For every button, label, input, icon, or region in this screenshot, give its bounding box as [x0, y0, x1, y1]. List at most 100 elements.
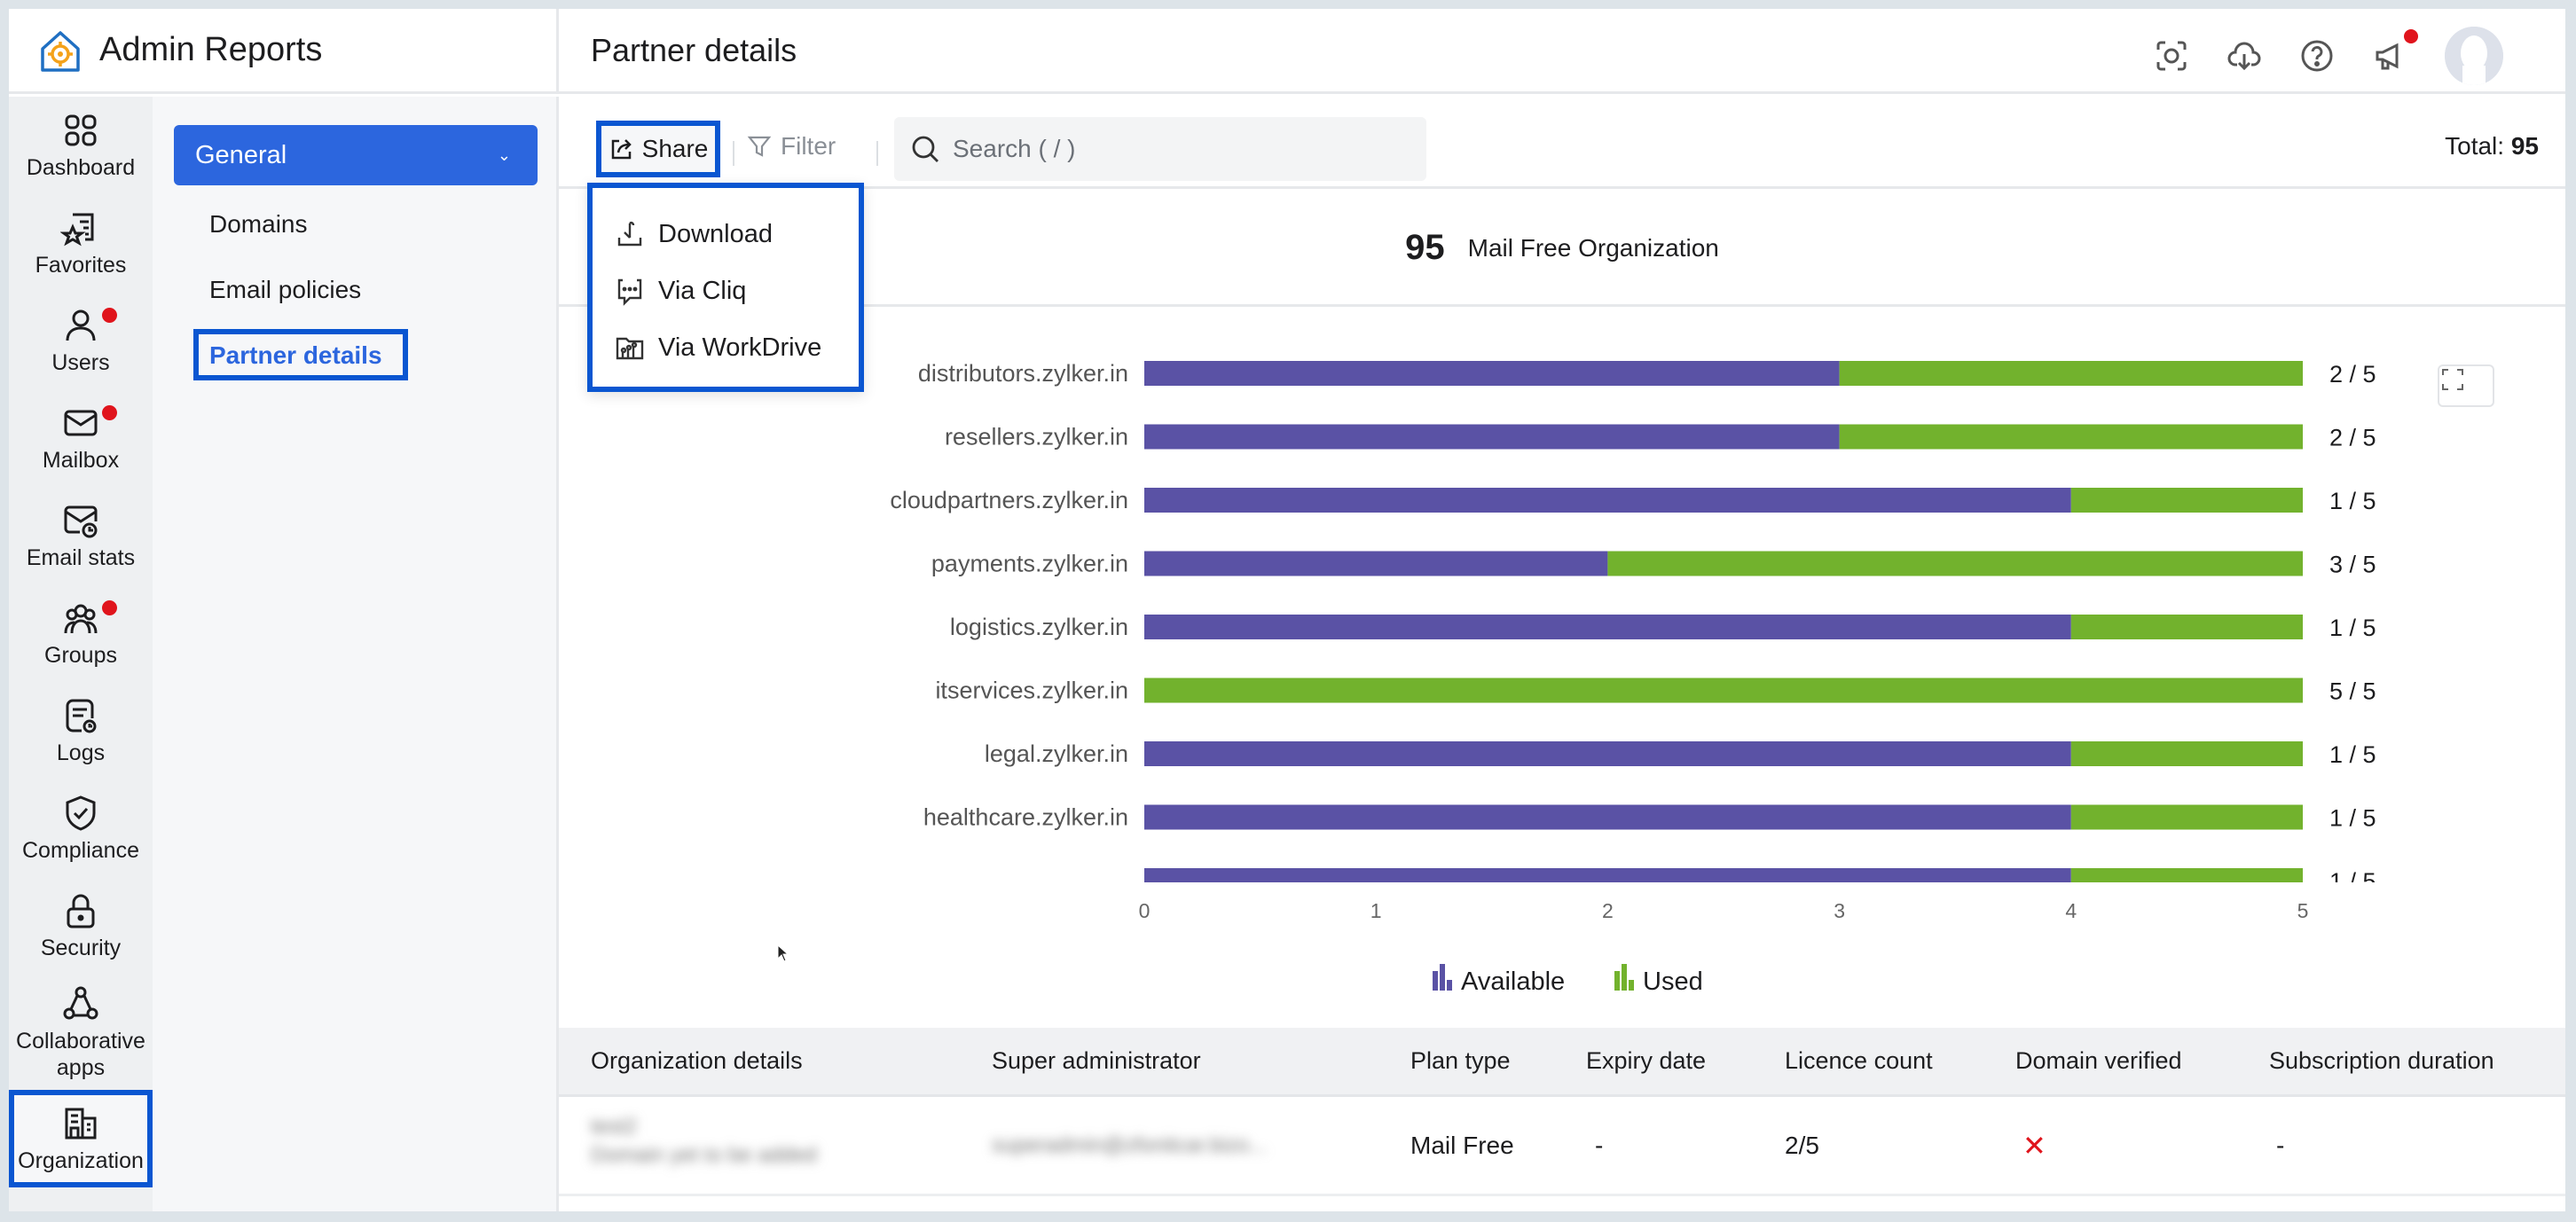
total-value: 95: [2510, 132, 2539, 160]
rail-item-favorites[interactable]: Favorites: [9, 194, 153, 292]
bar-available[interactable]: [1144, 361, 1840, 386]
rail-item-compliance[interactable]: Compliance: [9, 779, 153, 877]
app-brand: Admin Reports: [9, 9, 559, 94]
category-label: itservices.zylker.in: [935, 678, 1128, 704]
legend-swatch-icon: [1629, 980, 1634, 991]
category-label: healthcare.zylker.in: [923, 804, 1128, 831]
share-icon: [611, 139, 632, 160]
rail-item-email-stats[interactable]: Email stats: [9, 487, 153, 584]
cloud-download-icon[interactable]: [2227, 38, 2262, 74]
filter-label: Filter: [781, 132, 836, 160]
rail-item-mailbox[interactable]: Mailbox: [9, 389, 153, 487]
bar-available[interactable]: [1144, 615, 2071, 639]
admin-reports-logo-icon: [41, 30, 80, 72]
data-label: 2 / 5: [2329, 425, 2376, 451]
share-menu-item-via-cliq[interactable]: Via Cliq: [593, 262, 859, 319]
data-label: 5 / 5: [2329, 678, 2376, 705]
x-tick-label: 0: [1139, 899, 1151, 922]
bar-available[interactable]: [1144, 551, 1608, 576]
search-input[interactable]: [953, 135, 1414, 163]
licence-count-cell: 2/5: [1785, 1131, 1819, 1159]
column-header[interactable]: Subscription duration: [2269, 1047, 2494, 1075]
toolbar-divider: [876, 141, 878, 166]
x-tick-label: 1: [1370, 899, 1382, 922]
rail-item-collaborative-apps[interactable]: Collaborative apps: [9, 975, 153, 1090]
search-box: [894, 117, 1426, 181]
bar-used[interactable]: [1607, 551, 2303, 576]
bar-available[interactable]: [1144, 868, 2071, 893]
fullscreen-button[interactable]: [2438, 364, 2494, 407]
bar-used[interactable]: [1144, 678, 2303, 703]
column-header[interactable]: Licence count: [1785, 1047, 1933, 1075]
rail-label: Mailbox: [42, 448, 120, 473]
filter-button[interactable]: Filter: [747, 132, 836, 161]
category-label: payments.zylker.in: [931, 551, 1128, 577]
share-button[interactable]: Share: [596, 121, 720, 177]
super-admin-cell: superadmin@zfonitcar.bizo...: [992, 1132, 1267, 1157]
total-count: Total: 95: [2445, 132, 2539, 161]
x-tick-label: 5: [2297, 899, 2309, 922]
header-actions: [2154, 27, 2503, 85]
rail-label: Organization: [18, 1148, 144, 1173]
screenshot-icon[interactable]: [2154, 38, 2189, 74]
category-label: legal.zylker.in: [985, 740, 1128, 767]
group-label: General: [195, 140, 287, 169]
chevron-down-icon: ⌄: [497, 145, 511, 164]
announcement-button[interactable]: [2372, 29, 2418, 74]
favorites-icon: [60, 213, 94, 247]
rail-label: Logs: [56, 740, 106, 765]
subnav-item-partner-details[interactable]: Partner details: [209, 341, 382, 370]
dashboard-icon: [65, 114, 97, 146]
column-header[interactable]: Organization details: [591, 1047, 803, 1075]
bar-used[interactable]: [1839, 424, 2303, 450]
rail-item-dashboard[interactable]: Dashboard: [9, 97, 153, 194]
rail-item-organization[interactable]: Organization: [9, 1090, 153, 1187]
notification-badge: [102, 600, 117, 615]
rail-item-users[interactable]: Users: [9, 292, 153, 389]
download-icon: [617, 221, 642, 247]
bar-used[interactable]: [2070, 868, 2303, 893]
rail-item-logs[interactable]: Logs: [9, 682, 153, 779]
bar-used[interactable]: [1839, 361, 2303, 386]
page-title: Partner details: [591, 31, 797, 68]
licence-chart: distributors.zylker.in 2 / 5 resellers.zyl…: [559, 309, 2565, 1028]
bar-available[interactable]: [1144, 488, 2071, 513]
bar-used[interactable]: [2070, 741, 2303, 766]
bar-used[interactable]: [2070, 615, 2303, 639]
user-icon: [66, 309, 96, 341]
column-header[interactable]: Domain verified: [2015, 1047, 2182, 1075]
subnav-item-email-policies[interactable]: Email policies: [209, 276, 361, 304]
column-header[interactable]: Plan type: [1410, 1047, 1511, 1075]
share-menu-item-download[interactable]: Download: [593, 206, 859, 262]
org-details-cell: test2 Domain yet to be added: [591, 1113, 817, 1170]
bar-used[interactable]: [2070, 804, 2303, 830]
category-label: cloudpartners.zylker.in: [890, 487, 1128, 513]
mailbox-icon: [64, 410, 98, 436]
bar-used[interactable]: [2070, 488, 2303, 513]
rail-item-groups[interactable]: Groups: [9, 584, 153, 682]
subnav-item-domains[interactable]: Domains: [209, 210, 307, 239]
legend-item-available[interactable]: Available: [1433, 964, 1565, 996]
org-name: test2: [591, 1115, 638, 1139]
toolbar: Share Filter Total: 95: [559, 97, 2565, 189]
help-icon[interactable]: [2299, 38, 2335, 74]
plan-type-cell: Mail Free: [1410, 1131, 1514, 1159]
table-row[interactable]: test2 Domain yet to be added superadmin@…: [559, 1097, 2565, 1196]
bar-available[interactable]: [1144, 804, 2071, 830]
sub-navigation: General ⌄ Domains Email policies Partner…: [153, 97, 559, 1211]
column-header[interactable]: Expiry date: [1586, 1047, 1706, 1075]
legend-swatch-icon: [1622, 964, 1627, 991]
bar-available[interactable]: [1144, 424, 1840, 450]
search-icon: [912, 136, 939, 162]
legend-item-used[interactable]: Used: [1614, 964, 1703, 996]
user-avatar[interactable]: [2445, 27, 2503, 85]
data-label: 1 / 5: [2329, 488, 2376, 514]
rail-item-security[interactable]: Security: [9, 877, 153, 975]
share-menu-item-via-workdrive[interactable]: Via WorkDrive: [593, 319, 859, 376]
column-header[interactable]: Super administrator: [992, 1047, 1201, 1075]
lock-icon: [67, 894, 95, 928]
menu-label: Download: [658, 219, 773, 248]
stacked-bar-chart: distributors.zylker.in 2 / 5 resellers.zyl…: [890, 360, 2376, 996]
bar-available[interactable]: [1144, 741, 2071, 766]
general-group-toggle[interactable]: General ⌄: [174, 125, 538, 185]
